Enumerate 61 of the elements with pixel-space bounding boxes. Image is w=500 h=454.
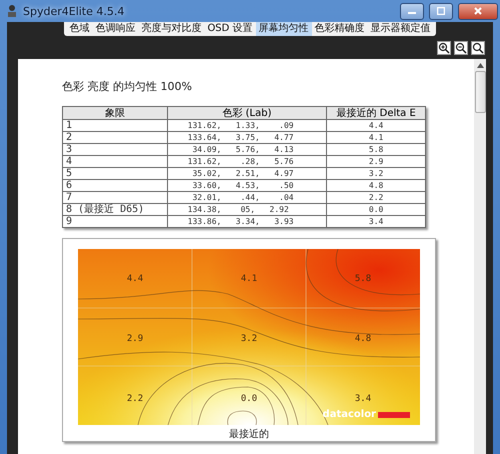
zoom-in-button[interactable]	[437, 41, 451, 55]
column-header: 最接近的 Delta E	[326, 106, 426, 120]
chart-caption: 最接近的	[229, 428, 269, 441]
scroll-up-icon[interactable]	[476, 63, 484, 68]
table-cell: 2	[62, 132, 168, 144]
table-cell: 3.4	[326, 216, 426, 228]
column-header: 色彩 (Lab)	[167, 106, 327, 120]
table-cell: 3	[62, 144, 168, 156]
table-cell: 33.60, 4.53, .50	[167, 180, 327, 192]
delta-e-value: 3.2	[240, 334, 258, 344]
delta-e-value: 4.1	[240, 274, 258, 284]
table-cell: 34.09, 5.76, 4.13	[167, 144, 327, 156]
delta-e-value: 0.0	[240, 394, 258, 404]
table-cell: 133.86, 3.34, 3.93	[167, 216, 327, 228]
maximize-button[interactable]	[429, 2, 453, 20]
table-cell: 4.1	[326, 132, 426, 144]
table-cell: 8 (最接近 D65)	[62, 204, 168, 216]
table-cell: 0.0	[326, 204, 426, 216]
delta-e-value: 2.2	[126, 394, 144, 404]
table-cell: 4	[62, 156, 168, 168]
zoom-out-button[interactable]	[454, 41, 468, 55]
table-cell: 131.62, 1.33, .09	[167, 120, 327, 132]
close-button[interactable]	[458, 2, 498, 20]
zoom-fit-button[interactable]	[471, 41, 485, 55]
table-cell: 134.38, 05, 2.92	[167, 204, 327, 216]
table-cell: 3.2	[326, 168, 426, 180]
tab[interactable]: OSD 设置	[204, 22, 256, 36]
delta-e-value: 5.8	[354, 274, 372, 284]
logo-text: datacolor	[322, 409, 376, 420]
maximize-icon	[437, 7, 445, 15]
column-header: 象限	[62, 106, 168, 120]
table-cell: 5.8	[326, 144, 426, 156]
table-cell: 9	[62, 216, 168, 228]
minimize-button[interactable]	[400, 2, 424, 20]
table-cell: 6	[62, 180, 168, 192]
table-cell: 131.62, .28, 5.76	[167, 156, 327, 168]
table-cell: 4.8	[326, 180, 426, 192]
table-cell: 35.02, 2.51, 4.97	[167, 168, 327, 180]
tab[interactable]: 显示器额定值	[368, 22, 434, 36]
close-icon	[474, 7, 482, 15]
scroll-thumb[interactable]	[474, 71, 486, 113]
table-cell: 5	[62, 168, 168, 180]
table-cell: 133.64, 3.75, 4.77	[167, 132, 327, 144]
table-cell: 2.2	[326, 192, 426, 204]
table-cell: 4.4	[326, 120, 426, 132]
window-title: Spyder4Elite 4.5.4	[23, 4, 126, 18]
table-cell: 7	[62, 192, 168, 204]
delta-e-value: 4.8	[354, 334, 372, 344]
table-cell: 1	[62, 120, 168, 132]
scrollbar[interactable]	[474, 59, 486, 454]
tab[interactable]: 亮度与对比度	[138, 22, 204, 36]
tab[interactable]: 色域	[66, 22, 92, 36]
report-title: 色彩 亮度 的均匀性 100%	[62, 79, 193, 94]
table-cell: 2.9	[326, 156, 426, 168]
delta-e-value: 3.4	[354, 394, 372, 404]
tab[interactable]: 屏幕均匀性	[256, 22, 312, 36]
delta-e-value: 4.4	[126, 274, 144, 284]
table-cell: 32.01, .44, .04	[167, 192, 327, 204]
delta-e-value: 2.9	[126, 334, 144, 344]
tab[interactable]: 色彩精确度	[312, 22, 368, 36]
tab[interactable]: 色调响应	[92, 22, 138, 36]
